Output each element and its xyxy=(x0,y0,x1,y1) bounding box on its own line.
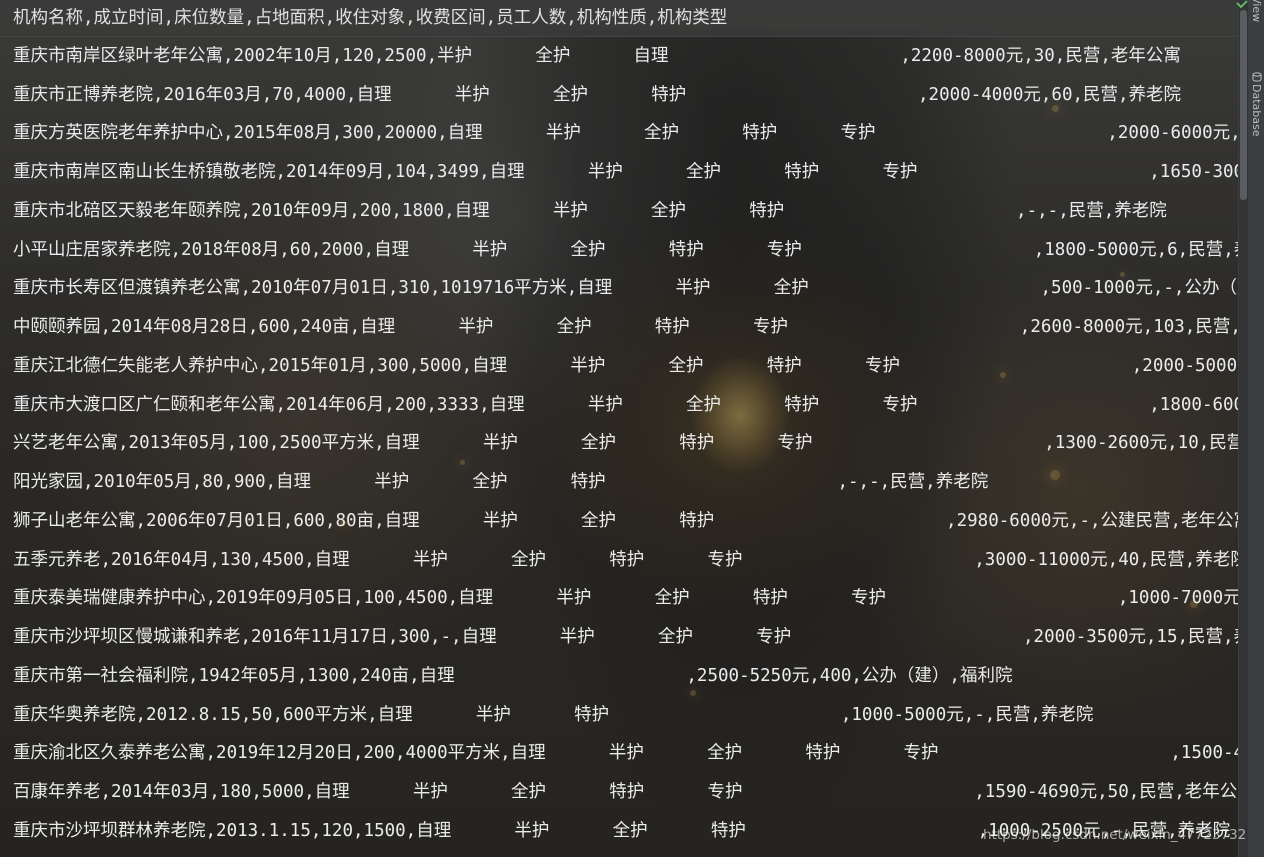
sciview-tool-tab[interactable]: SciView xyxy=(1250,0,1263,22)
csv-data-line: 重庆华奥养老院,2012.8.15,50,600平方米,自理 半护 特护 ,10… xyxy=(13,705,1094,725)
csv-data-line: 重庆市正博养老院,2016年03月,70,4000,自理 半护 全护 特护 ,2… xyxy=(13,85,1182,105)
csv-header-text: 机构名称,成立时间,床位数量,占地面积,收住对象,收费区间,员工人数,机构性质,… xyxy=(13,8,728,28)
csv-data-line: 重庆市大渡口区广仁颐和老年公寓,2014年06月,200,3333,自理 半护 … xyxy=(13,395,1238,415)
csv-data-line: 百康年养老,2014年03月,180,5000,自理 半护 全护 特护 专护 ,… xyxy=(13,782,1238,802)
csv-data-line: 阳光家园,2010年05月,80,900,自理 半护 全护 特护 ,-,-,民营… xyxy=(13,472,989,492)
csv-data-line: 重庆市北碚区天毅老年颐养院,2010年09月,200,1800,自理 半护 全护… xyxy=(13,201,1167,221)
csv-data-line: 重庆市南岸区南山长生桥镇敬老院,2014年09月,104,3499,自理 半护 … xyxy=(13,162,1238,182)
database-tool-tab[interactable]: Database xyxy=(1250,72,1263,137)
editor-area[interactable]: 机构名称,成立时间,床位数量,占地面积,收住对象,收费区间,员工人数,机构性质,… xyxy=(0,0,1238,857)
csv-header-row: 机构名称,成立时间,床位数量,占地面积,收住对象,收费区间,员工人数,机构性质,… xyxy=(0,0,1238,37)
csv-data-line: 重庆市长寿区但渡镇养老公寓,2010年07月01日,310,1019716平方米… xyxy=(13,278,1238,298)
background-light-dot xyxy=(1050,470,1060,480)
csv-data-line: 兴艺老年公寓,2013年05月,100,2500平方米,自理 半护 全护 特护 … xyxy=(13,433,1238,453)
scrollbar-thumb[interactable] xyxy=(1240,10,1247,200)
csv-data-line: 重庆市第一社会福利院,1942年05月,1300,240亩,自理 ,2500-5… xyxy=(13,666,1013,686)
csv-data-line: 狮子山老年公寓,2006年07月01日,600,80亩,自理 半护 全护 特护 … xyxy=(13,511,1238,531)
csv-data-line: 重庆方英医院老年养护中心,2015年08月,300,20000,自理 半护 全护… xyxy=(13,123,1238,143)
csv-data-line: 重庆渝北区久泰养老公寓,2019年12月20日,200,4000平方米,自理 半… xyxy=(13,743,1238,763)
csv-data-line: 重庆市南岸区绿叶老年公寓,2002年10月,120,2500,半护 全护 自理 … xyxy=(13,46,1181,66)
csv-data-line: 重庆泰美瑞健康养护中心,2019年09月05日,100,4500,自理 半护 全… xyxy=(13,588,1238,608)
csv-data-line: 小平山庄居家养老院,2018年08月,60,2000,自理 半护 全护 特护 专… xyxy=(13,240,1238,260)
watermark-url: https://blog.csdn.net/weixin_47723732 xyxy=(983,827,1247,843)
csv-data-line: 重庆江北德仁失能老人养护中心,2015年01月,300,5000,自理 半护 全… xyxy=(13,356,1238,376)
background-light-dot xyxy=(1052,105,1059,112)
database-tool-tab-label: Database xyxy=(1250,84,1263,137)
background-light-dot xyxy=(460,460,465,465)
database-icon xyxy=(1252,72,1261,82)
background-light-dot xyxy=(690,690,696,696)
csv-data-line: 重庆市沙坪坝区慢城谦和养老,2016年11月17日,300,-,自理 半护 全护… xyxy=(13,627,1238,647)
csv-data-line: 中颐颐养园,2014年08月28日,600,240亩,自理 半护 全护 特护 专… xyxy=(13,317,1238,337)
csv-data-line: 五季元养老,2016年04月,130,4500,自理 半护 全护 特护 专护 ,… xyxy=(13,550,1238,570)
